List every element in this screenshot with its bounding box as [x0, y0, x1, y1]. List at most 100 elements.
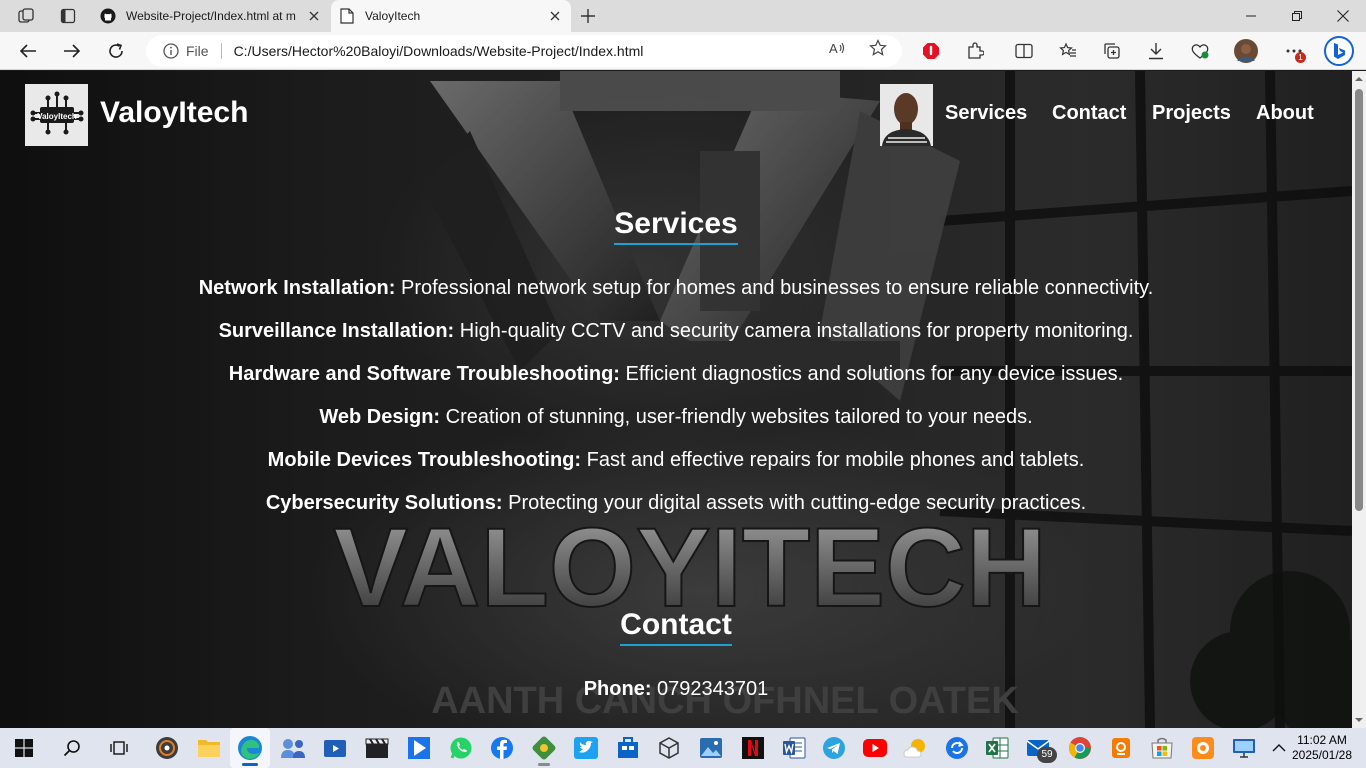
- profile-avatar[interactable]: [1232, 37, 1260, 65]
- app-icon[interactable]: [1189, 734, 1217, 762]
- mail-badge: 59: [1037, 747, 1057, 763]
- phone-label: Phone:: [583, 678, 652, 700]
- read-aloud-icon[interactable]: A: [828, 38, 848, 58]
- twitter-icon[interactable]: [572, 734, 600, 762]
- word-icon[interactable]: [780, 734, 808, 762]
- info-icon[interactable]: [162, 42, 180, 60]
- close-tab-icon[interactable]: [547, 8, 563, 24]
- chrome-icon[interactable]: [1066, 734, 1094, 762]
- contact-heading-text: Contact: [620, 608, 732, 646]
- github-icon: [100, 8, 116, 24]
- whatsapp-icon[interactable]: [447, 734, 475, 762]
- notification-badge: 1: [1295, 52, 1306, 63]
- youtube-icon[interactable]: [861, 734, 889, 762]
- service-item: Mobile Devices Troubleshooting: Fast and…: [0, 449, 1352, 472]
- contact-phone: Phone: 0792343701: [0, 678, 1352, 701]
- extensions-icon[interactable]: [961, 37, 989, 65]
- video-editor-icon[interactable]: [321, 734, 349, 762]
- clapper-app-icon[interactable]: [363, 734, 391, 762]
- tab-title: ValoyItech: [365, 9, 421, 23]
- netflix-icon[interactable]: [739, 734, 767, 762]
- browser-tab-strip: Website-Project/Index.html at m ValoyIte…: [0, 0, 1366, 32]
- microsoft-store-icon[interactable]: [1148, 734, 1176, 762]
- media-app-icon[interactable]: [153, 734, 181, 762]
- favorites-icon[interactable]: [1054, 37, 1082, 65]
- task-view-icon[interactable]: [105, 734, 133, 762]
- refresh-button[interactable]: [102, 37, 130, 65]
- site-title: ValoyItech: [100, 96, 249, 129]
- back-button[interactable]: [14, 37, 42, 65]
- downloads-icon[interactable]: [1142, 37, 1170, 65]
- tab-title: Website-Project/Index.html at m: [126, 9, 296, 23]
- service-item: Surveillance Installation: High-quality …: [0, 320, 1352, 343]
- facebook-icon[interactable]: [488, 734, 516, 762]
- nav-about[interactable]: About: [1256, 102, 1314, 125]
- teams-icon[interactable]: [279, 734, 307, 762]
- tab-actions-icon[interactable]: [54, 4, 82, 28]
- bing-copilot-icon[interactable]: [1323, 35, 1355, 67]
- page-scrollbar[interactable]: [1352, 71, 1366, 728]
- site-logo[interactable]: ValoyItech: [25, 84, 88, 146]
- app-icon[interactable]: [1107, 734, 1135, 762]
- service-description: Professional network setup for homes and…: [395, 277, 1154, 299]
- store-app-icon[interactable]: [614, 734, 642, 762]
- scrollbar-thumb[interactable]: [1355, 89, 1363, 511]
- service-name: Network Installation:: [198, 277, 396, 299]
- browser-essentials-icon[interactable]: [1186, 37, 1214, 65]
- service-name: Hardware and Software Troubleshooting:: [228, 363, 620, 385]
- address-bar[interactable]: File C:/Users/Hector%20Baloyi/Downloads/…: [146, 35, 902, 67]
- weather-icon[interactable]: [902, 734, 930, 762]
- new-tab-button[interactable]: [576, 4, 600, 28]
- file-explorer-icon[interactable]: [195, 734, 223, 762]
- chevron-up-icon[interactable]: [1265, 734, 1293, 762]
- favorite-star-icon[interactable]: [868, 38, 888, 58]
- workspaces-icon[interactable]: [12, 4, 40, 28]
- photos-icon[interactable]: [697, 734, 725, 762]
- phone-number[interactable]: 0792343701: [651, 678, 768, 700]
- scroll-up-icon[interactable]: [1355, 75, 1363, 83]
- collections-icon[interactable]: [1098, 37, 1126, 65]
- tab-github[interactable]: Website-Project/Index.html at m: [92, 0, 330, 32]
- service-description: High-quality CCTV and security camera in…: [454, 320, 1134, 342]
- telegram-icon[interactable]: [820, 734, 848, 762]
- settings-more-icon[interactable]: 1: [1280, 37, 1308, 65]
- close-tab-icon[interactable]: [306, 8, 322, 24]
- divider: [220, 43, 222, 59]
- restore-button[interactable]: [1274, 0, 1320, 32]
- adblock-icon[interactable]: [917, 37, 945, 65]
- nav-services[interactable]: Services: [945, 102, 1027, 125]
- forward-button[interactable]: [58, 37, 86, 65]
- edge-browser-icon[interactable]: [236, 734, 264, 762]
- url-text[interactable]: C:/Users/Hector%20Baloyi/Downloads/Websi…: [234, 43, 644, 59]
- profile-photo: [880, 84, 933, 146]
- browser-toolbar: File C:/Users/Hector%20Baloyi/Downloads/…: [0, 32, 1366, 70]
- service-name: Mobile Devices Troubleshooting:: [267, 449, 582, 471]
- minimize-button[interactable]: [1228, 0, 1274, 32]
- nav-contact[interactable]: Contact: [1052, 102, 1126, 125]
- search-icon[interactable]: [58, 734, 86, 762]
- nav-projects[interactable]: Projects: [1152, 102, 1231, 125]
- service-name: Web Design:: [319, 406, 441, 428]
- service-name: Surveillance Installation:: [218, 320, 455, 342]
- tab-valoyitech[interactable]: ValoyItech: [331, 0, 571, 32]
- mail-icon[interactable]: 59: [1025, 734, 1057, 763]
- clock-date: 2025/01/28: [1291, 748, 1353, 762]
- service-description: Creation of stunning, user-friendly webs…: [440, 406, 1033, 428]
- sync-app-icon[interactable]: [943, 734, 971, 762]
- excel-icon[interactable]: [983, 734, 1011, 762]
- clock-time: 11:02 AM: [1297, 733, 1347, 747]
- contact-heading: Contact: [0, 608, 1352, 646]
- split-screen-icon[interactable]: [1010, 37, 1038, 65]
- taskbar-clock[interactable]: 11:02 AM 2025/01/28: [1290, 733, 1354, 763]
- service-item: Web Design: Creation of stunning, user-f…: [0, 406, 1352, 429]
- windows-start-icon[interactable]: [10, 734, 38, 762]
- 3d-viewer-icon[interactable]: [655, 734, 683, 762]
- app-icon[interactable]: [530, 734, 558, 762]
- services-heading-text: Services: [614, 207, 738, 245]
- scroll-down-icon[interactable]: [1355, 716, 1363, 724]
- service-description: Fast and effective repairs for mobile ph…: [581, 449, 1085, 471]
- remote-desktop-icon[interactable]: [1230, 734, 1258, 762]
- play-store-icon[interactable]: [405, 734, 433, 762]
- close-window-button[interactable]: [1320, 0, 1366, 32]
- services-heading: Services: [0, 207, 1352, 245]
